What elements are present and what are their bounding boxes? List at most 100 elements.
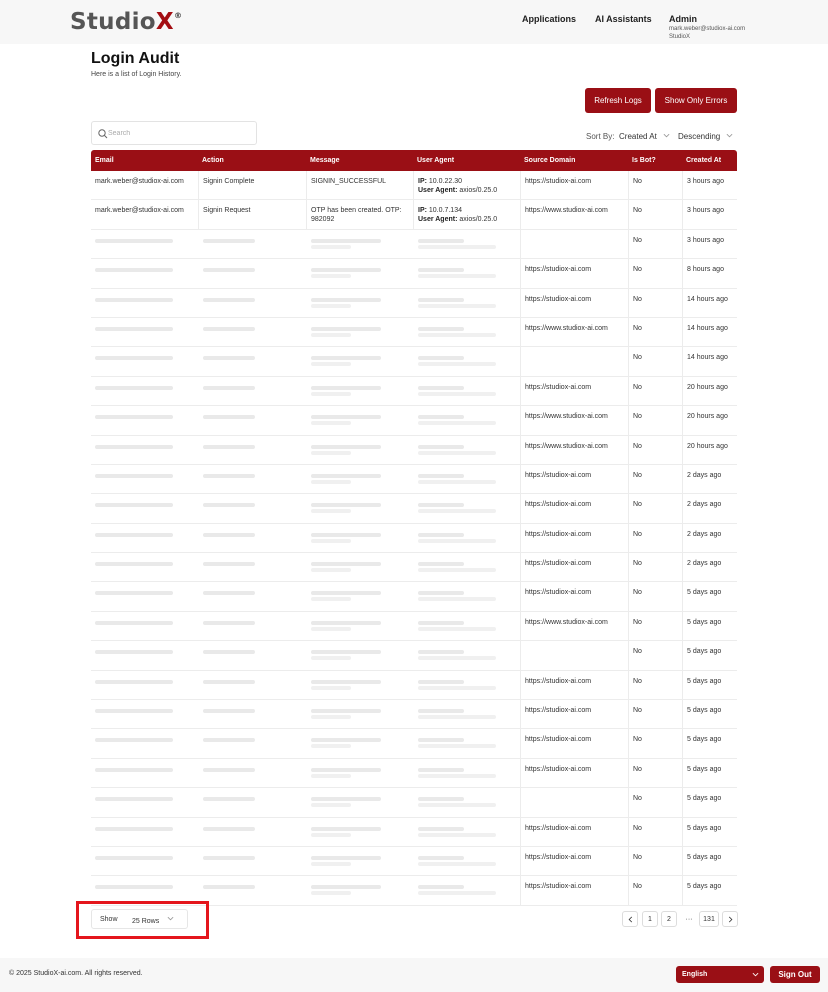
table-row[interactable]: https://studiox-ai.com No 5 days ago (91, 758, 737, 789)
redacted-cell (306, 876, 413, 904)
redacted-bar (418, 503, 464, 508)
table-row[interactable]: https://studiox-ai.com No 5 days ago (91, 700, 737, 730)
table-row[interactable]: https://studiox-ai.com No 2 days ago (91, 464, 737, 495)
redacted-cell (306, 818, 413, 846)
column-header-user-agent[interactable]: User Agent (413, 150, 520, 171)
table-row[interactable]: https://studiox-ai.com No 14 hours ago (91, 288, 737, 318)
redacted-cell (198, 612, 306, 640)
nav-ai-assistants[interactable]: AI Assistants (595, 14, 652, 24)
table-row[interactable]: No 14 hours ago (91, 347, 737, 377)
table-row[interactable]: mark.weber@studiox-ai.com Signin Request O… (91, 200, 737, 230)
table-row[interactable]: No 3 hours ago (91, 229, 737, 260)
user-menu[interactable]: Admin mark.weber@studiox-ai.com StudioX (669, 14, 745, 41)
redacted-bar (203, 503, 255, 508)
redacted-bar (311, 709, 381, 714)
table-row[interactable]: mark.weber@studiox-ai.com Signin Complete… (91, 171, 737, 201)
sign-out-button[interactable]: Sign Out (770, 966, 820, 983)
table-row[interactable]: No 5 days ago (91, 788, 737, 818)
table-row[interactable]: https://studiox-ai.com No 5 days ago (91, 729, 737, 759)
table-row[interactable]: No 5 days ago (91, 641, 737, 671)
redacted-cell (91, 700, 198, 728)
redacted-cell (91, 377, 198, 405)
cell-is-bot: No (628, 229, 682, 259)
redacted-bar (203, 268, 255, 273)
sort-field-select[interactable]: Created At (619, 129, 671, 144)
redacted-bar (311, 679, 381, 684)
column-header-action[interactable]: Action (198, 150, 306, 171)
redacted-bar (418, 803, 496, 808)
redacted-bar (418, 832, 496, 837)
cell-created-at: 5 days ago (682, 817, 737, 846)
next-page-button[interactable] (722, 911, 738, 927)
language-select[interactable]: English (676, 966, 764, 983)
redacted-bar (95, 444, 173, 449)
redacted-cell (413, 465, 520, 493)
logo-text: Studio (70, 9, 156, 35)
login-audit-table: Email Action Message User Agent Source D… (91, 150, 737, 906)
redacted-bar (95, 326, 173, 331)
redacted-cell (413, 671, 520, 699)
redacted-cell (198, 729, 306, 757)
cell-source-domain (520, 229, 628, 259)
redacted-bar (311, 797, 381, 802)
cell-is-bot: No (628, 788, 682, 817)
cell-source-domain: https://www.studiox-ai.com (520, 200, 628, 229)
redacted-bar (418, 362, 496, 367)
redacted-bar (95, 562, 173, 567)
redacted-cell (306, 759, 413, 787)
table-row[interactable]: https://www.studiox-ai.com No 20 hours ago (91, 406, 737, 436)
table-row[interactable]: https://studiox-ai.com No 2 days ago (91, 523, 737, 554)
redacted-bar (311, 332, 351, 337)
redacted-bar (418, 679, 464, 684)
table-row[interactable]: https://studiox-ai.com No 5 days ago (91, 582, 737, 612)
redacted-bar (311, 509, 351, 514)
studiox-logo[interactable]: StudioX® (70, 9, 182, 35)
redacted-bar (418, 685, 496, 690)
page-button-2[interactable]: 2 (661, 911, 677, 927)
table-row[interactable]: https://www.studiox-ai.com No 14 hours ago (91, 317, 737, 348)
page-button-last[interactable]: 131 (699, 911, 719, 927)
column-header-created-at[interactable]: Created At (682, 150, 737, 171)
search-input[interactable] (108, 124, 253, 142)
table-row[interactable]: https://studiox-ai.com No 2 days ago (91, 553, 737, 583)
redacted-bar (418, 509, 496, 514)
redacted-bar (203, 620, 255, 625)
page-button-1[interactable]: 1 (642, 911, 658, 927)
cell-is-bot: No (628, 817, 682, 846)
refresh-logs-button[interactable]: Refresh Logs (585, 88, 651, 113)
table-row[interactable]: https://www.studiox-ai.com No 20 hours ago (91, 435, 737, 465)
cell-message: OTP has been created. OTP: 982092 (306, 200, 413, 229)
cell-source-domain: https://www.studiox-ai.com (520, 317, 628, 347)
column-header-message[interactable]: Message (306, 150, 413, 171)
previous-page-button[interactable] (622, 911, 638, 927)
column-header-email[interactable]: Email (91, 150, 198, 171)
column-header-source-domain[interactable]: Source Domain (520, 150, 628, 171)
redacted-bar (418, 767, 464, 772)
cell-created-at: 14 hours ago (682, 317, 737, 347)
table-row[interactable]: https://studiox-ai.com No 20 hours ago (91, 376, 737, 407)
redacted-bar (311, 803, 351, 808)
table-row[interactable]: https://studiox-ai.com No 5 days ago (91, 817, 737, 847)
page-title: Login Audit (91, 50, 180, 67)
redacted-cell (413, 847, 520, 875)
redacted-bar (95, 738, 173, 743)
table-row[interactable]: https://studiox-ai.com No 2 days ago (91, 494, 737, 524)
search-box (91, 121, 257, 145)
table-row[interactable]: https://www.studiox-ai.com No 5 days ago (91, 611, 737, 642)
table-row[interactable]: https://studiox-ai.com No 5 days ago (91, 670, 737, 701)
redacted-bar (95, 415, 173, 420)
table-row[interactable]: https://studiox-ai.com No 5 days ago (91, 846, 737, 877)
nav-applications[interactable]: Applications (522, 14, 576, 24)
redacted-bar (311, 650, 381, 655)
show-only-errors-button[interactable]: Show Only Errors (655, 88, 737, 113)
redacted-cell (198, 436, 306, 464)
redacted-bar (95, 297, 173, 302)
redacted-cell (198, 524, 306, 552)
cell-source-domain: https://studiox-ai.com (520, 846, 628, 876)
user-agent-label: User Agent: (418, 216, 458, 224)
redacted-bar (311, 303, 351, 308)
column-header-is-bot[interactable]: Is Bot? (628, 150, 682, 171)
sort-direction-select[interactable]: Descending (678, 129, 738, 144)
redacted-cell (198, 582, 306, 610)
table-row[interactable]: https://studiox-ai.com No 8 hours ago (91, 259, 737, 289)
